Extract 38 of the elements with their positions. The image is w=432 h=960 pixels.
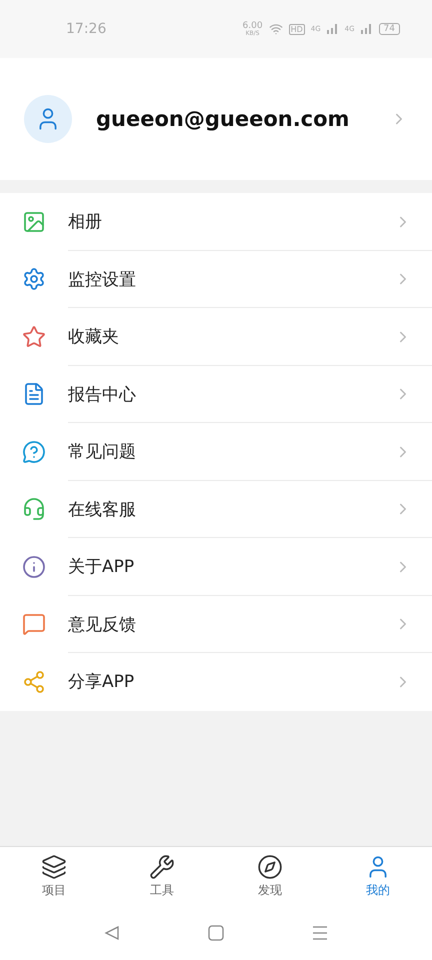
back-icon[interactable] (104, 924, 120, 940)
menu-label: 关于APP (68, 556, 136, 578)
menu-label: 监控设置 (68, 268, 137, 291)
menu-item[interactable]: 常见问题 (0, 423, 432, 480)
battery-level: 74 (378, 23, 400, 35)
menu-item[interactable]: 相册 (0, 193, 432, 250)
signal-icon (326, 24, 339, 34)
tab[interactable]: 项目 (0, 847, 108, 905)
menu-item[interactable]: 意见反馈 (0, 596, 432, 653)
menu-label: 分享APP (68, 671, 136, 694)
layers-icon (41, 854, 67, 880)
menu-item[interactable]: 收藏夹 (0, 308, 432, 366)
wrench-icon (149, 854, 175, 880)
menu-item[interactable]: 关于APP (0, 538, 432, 596)
menu-label: 相册 (68, 211, 103, 234)
menu-label: 意见反馈 (68, 614, 137, 636)
network-speed: 6.00 (242, 22, 263, 30)
compass-icon (257, 854, 283, 880)
menu-label: 在线客服 (68, 498, 137, 521)
tab[interactable]: 我的 (324, 847, 432, 905)
avatar-icon (24, 95, 72, 143)
signal-icon (360, 24, 373, 34)
menu-item[interactable]: 在线客服 (0, 480, 432, 538)
menu-label: 报告中心 (68, 384, 137, 406)
menu-icon[interactable] (312, 924, 328, 940)
menu-label: 收藏夹 (68, 326, 120, 348)
menu-item[interactable]: 报告中心 (0, 366, 432, 423)
tab[interactable]: 发现 (216, 847, 324, 905)
wifi-icon (268, 22, 283, 36)
tab[interactable]: 工具 (108, 847, 216, 905)
menu-item[interactable]: 监控设置 (0, 250, 432, 308)
hd-indicator: HD (288, 24, 305, 34)
account-email: gueeon@gueeon.com (96, 107, 350, 131)
home-icon[interactable] (208, 924, 224, 940)
menu-item[interactable]: 分享APP (0, 653, 432, 710)
profile-card[interactable]: gueeon@gueeon.com (0, 58, 432, 180)
menu-label: 常见问题 (68, 441, 137, 464)
status-time: 17:26 (66, 21, 108, 37)
